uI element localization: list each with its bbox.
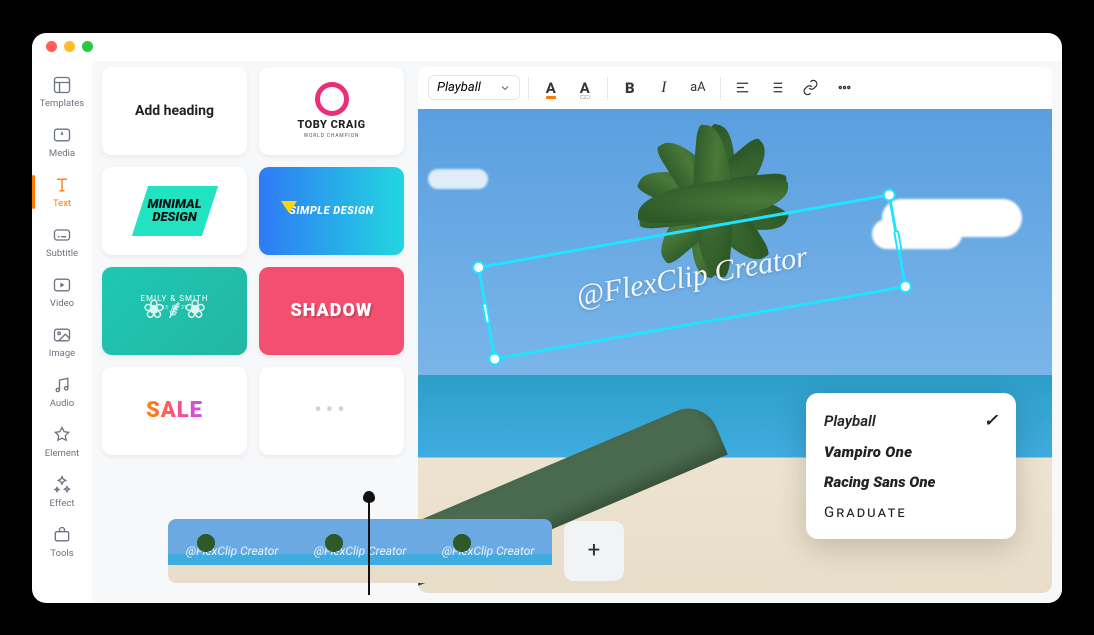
ring-icon bbox=[315, 82, 349, 116]
sidebar-item-subtitle[interactable]: Subtitle bbox=[37, 219, 87, 265]
sidebar-label: Image bbox=[49, 348, 75, 359]
font-option-vampiro-one[interactable]: Vampiro One bbox=[806, 437, 1016, 467]
sidebar-item-image[interactable]: Image bbox=[37, 319, 87, 365]
sidebar-label: Templates bbox=[40, 98, 84, 109]
font-option-label: Playball bbox=[824, 412, 876, 430]
template-label: MINIMAL DESIGN bbox=[147, 198, 201, 224]
sidebar-item-media[interactable]: Media bbox=[37, 119, 87, 165]
sidebar-label: Audio bbox=[50, 398, 74, 409]
resize-handle-left[interactable] bbox=[481, 301, 491, 324]
clip-thumbnail: @FlexClip Creator bbox=[296, 519, 424, 583]
font-option-label: Graduate bbox=[824, 503, 907, 521]
plus-icon: + bbox=[588, 538, 600, 563]
maximize-window-button[interactable] bbox=[82, 41, 93, 52]
more-horizontal-icon bbox=[836, 79, 853, 96]
sidebar-label: Media bbox=[49, 148, 75, 159]
sidebar-label: Video bbox=[50, 298, 74, 309]
font-option-label: Racing Sans One bbox=[824, 473, 935, 491]
template-brand: TOBY CRAIG bbox=[297, 118, 365, 131]
subtitle-icon bbox=[52, 225, 72, 245]
clip-thumbnail: @FlexClip Creator bbox=[424, 519, 552, 583]
resize-handle-bl[interactable] bbox=[487, 351, 502, 366]
templates-icon bbox=[52, 75, 72, 95]
element-icon bbox=[52, 425, 72, 445]
sidebar-label: Tools bbox=[50, 548, 73, 559]
sidebar-label: Subtitle bbox=[46, 248, 78, 259]
font-option-label: Vampiro One bbox=[824, 443, 912, 461]
resize-handle-br[interactable] bbox=[898, 279, 913, 294]
sidebar-item-effect[interactable]: Effect bbox=[37, 469, 87, 515]
template-emily-smith[interactable]: ❀⸙❀ EMILY & SMITH 15 · 06 · 21 bbox=[102, 267, 247, 355]
text-case-button[interactable]: aA bbox=[684, 74, 712, 102]
text-bg-color-button[interactable]: A bbox=[571, 74, 599, 102]
bold-button[interactable]: B bbox=[616, 74, 644, 102]
add-clip-button[interactable]: + bbox=[564, 521, 624, 581]
sidebar-label: Effect bbox=[50, 498, 75, 509]
template-sale[interactable]: SALE bbox=[102, 367, 247, 455]
separator bbox=[720, 77, 721, 99]
chevron-down-icon bbox=[499, 82, 511, 94]
more-icon: ••• bbox=[314, 398, 348, 423]
sidebar-item-tools[interactable]: Tools bbox=[37, 519, 87, 565]
sidebar-label: Element bbox=[45, 448, 79, 459]
template-more[interactable]: ••• bbox=[259, 367, 404, 455]
font-family-select[interactable]: Playball bbox=[428, 75, 520, 100]
resize-handle-tl[interactable] bbox=[471, 259, 486, 274]
app-window: Templates Media Text Subtitle Video Imag… bbox=[32, 33, 1062, 603]
tools-icon bbox=[52, 525, 72, 545]
image-icon bbox=[52, 325, 72, 345]
cloud-graphic bbox=[428, 169, 488, 189]
sidebar-item-text[interactable]: Text bbox=[37, 169, 87, 215]
font-option-graduate[interactable]: Graduate bbox=[806, 497, 1016, 527]
video-icon bbox=[52, 275, 72, 295]
template-subtext: WORLD CHAMPION bbox=[304, 133, 359, 139]
triangle-icon bbox=[281, 201, 297, 213]
more-options-button[interactable] bbox=[831, 74, 859, 102]
align-button[interactable] bbox=[729, 74, 757, 102]
template-label: Add heading bbox=[135, 103, 214, 119]
list-button[interactable] bbox=[763, 74, 791, 102]
template-label: SHADOW bbox=[290, 300, 372, 321]
timeline-playhead[interactable] bbox=[368, 495, 370, 595]
sidebar-item-templates[interactable]: Templates bbox=[37, 69, 87, 115]
text-color-button[interactable]: A bbox=[537, 74, 565, 102]
minimize-window-button[interactable] bbox=[64, 41, 75, 52]
template-shadow[interactable]: SHADOW bbox=[259, 267, 404, 355]
sidebar-item-video[interactable]: Video bbox=[37, 269, 87, 315]
audio-icon bbox=[52, 375, 72, 395]
watermark-text: @FlexClip Creator bbox=[574, 239, 810, 313]
text-toolbar: Playball A A B I aA bbox=[418, 67, 1052, 109]
text-icon bbox=[52, 175, 72, 195]
font-option-racing-sans-one[interactable]: Racing Sans One bbox=[806, 467, 1016, 497]
template-label: SIMPLE DESIGN bbox=[289, 204, 374, 217]
close-window-button[interactable] bbox=[46, 41, 57, 52]
font-option-playball[interactable]: Playball ✓ bbox=[806, 405, 1016, 437]
link-button[interactable] bbox=[797, 74, 825, 102]
sidebar-label: Text bbox=[53, 198, 71, 209]
template-add-heading[interactable]: Add heading bbox=[102, 67, 247, 155]
template-toby-craig[interactable]: TOBY CRAIG WORLD CHAMPION bbox=[259, 67, 404, 155]
check-icon: ✓ bbox=[984, 411, 998, 431]
sidebar: Templates Media Text Subtitle Video Imag… bbox=[32, 61, 92, 603]
font-name: Playball bbox=[437, 80, 481, 95]
titlebar bbox=[32, 33, 1062, 61]
template-simple-design[interactable]: SIMPLE DESIGN bbox=[259, 167, 404, 255]
media-icon bbox=[52, 125, 72, 145]
video-clip[interactable]: @FlexClip Creator @FlexClip Creator @Fle… bbox=[168, 519, 552, 583]
link-icon bbox=[802, 79, 819, 96]
separator bbox=[607, 77, 608, 99]
clip-thumbnail: @FlexClip Creator bbox=[168, 519, 296, 583]
sidebar-item-audio[interactable]: Audio bbox=[37, 369, 87, 415]
separator bbox=[528, 77, 529, 99]
list-icon bbox=[768, 79, 785, 96]
sidebar-item-element[interactable]: Element bbox=[37, 419, 87, 465]
effect-icon bbox=[52, 475, 72, 495]
template-label: SALE bbox=[146, 398, 203, 423]
font-dropdown: Playball ✓ Vampiro One Racing Sans One G… bbox=[806, 393, 1016, 539]
align-icon bbox=[734, 79, 751, 96]
template-date: 15 · 06 · 21 bbox=[162, 305, 186, 311]
italic-button[interactable]: I bbox=[650, 74, 678, 102]
template-minimal-design[interactable]: MINIMAL DESIGN bbox=[102, 167, 247, 255]
